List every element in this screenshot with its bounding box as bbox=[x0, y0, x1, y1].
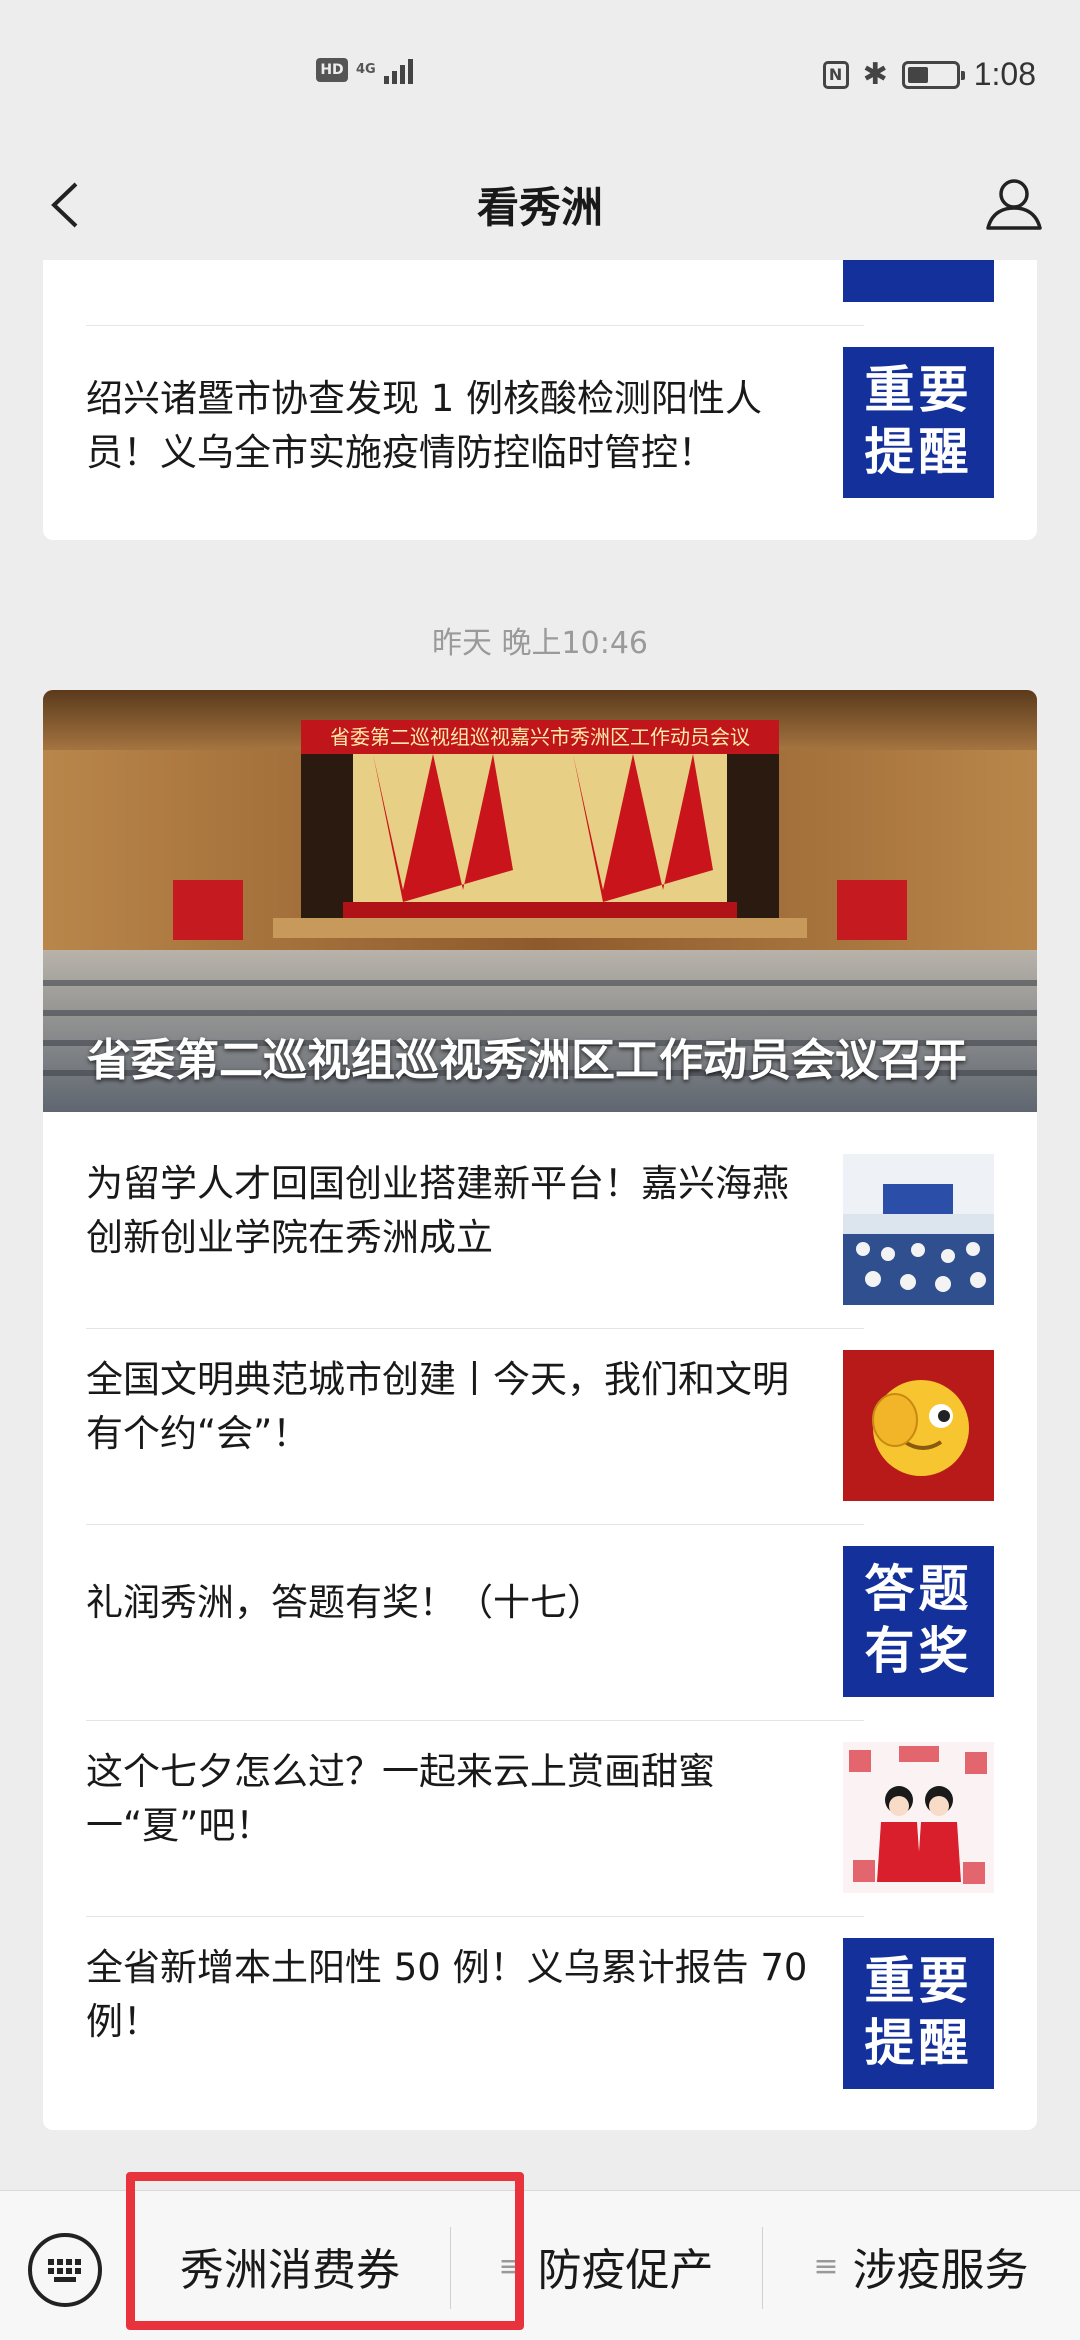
article-title[interactable]: 全国文明典范城市创建丨今天，我们和文明有个约“会”！ bbox=[86, 1353, 816, 1461]
divider bbox=[86, 1328, 864, 1329]
article-thumbnail-photo[interactable] bbox=[843, 1154, 994, 1305]
article-thumbnail[interactable]: 重要 提醒 bbox=[843, 1938, 994, 2089]
article-title[interactable]: 绍兴诸暨市协查发现 1 例核酸检测阳性人员！义乌全市实施疫情防控临时管控！ bbox=[86, 372, 816, 480]
article-thumbnail-illustration[interactable] bbox=[843, 1742, 994, 1893]
network-type: 4G bbox=[356, 62, 376, 77]
article-thumbnail[interactable]: 重要 提醒 bbox=[843, 347, 994, 498]
highlight-annotation bbox=[126, 2172, 524, 2330]
battery-icon bbox=[901, 60, 965, 89]
status-right: N ✱ 1:08 bbox=[822, 56, 1036, 93]
profile-icon[interactable] bbox=[978, 168, 1050, 240]
hero-article[interactable]: 省委第二巡视组巡视嘉兴市秀洲区工作动员会议 省委第二巡视组巡视秀洲区工作动员会议… bbox=[43, 690, 1037, 1112]
divider bbox=[86, 1524, 864, 1525]
menu-item-label: 涉疫服务 bbox=[852, 2245, 1029, 2296]
hero-banner-text: 省委第二巡视组巡视嘉兴市秀洲区工作动员会议 bbox=[330, 725, 750, 749]
divider bbox=[86, 1720, 864, 1721]
status-bar: HD 4G N ✱ 1:08 bbox=[0, 0, 1080, 150]
bluetooth-icon: ✱ bbox=[862, 56, 888, 92]
keyboard-toggle-button[interactable] bbox=[28, 2233, 102, 2307]
menu-item-label: 防疫促产 bbox=[537, 2245, 714, 2296]
article-title[interactable]: 为留学人才回国创业搭建新平台！嘉兴海燕创新创业学院在秀洲成立 bbox=[86, 1157, 816, 1265]
article-title[interactable]: 礼润秀洲，答题有奖！（十七） bbox=[86, 1576, 816, 1630]
divider bbox=[86, 1916, 864, 1917]
article-card-previous: 绍兴诸暨市协查发现 1 例核酸检测阳性人员！义乌全市实施疫情防控临时管控！ 重要… bbox=[43, 260, 1037, 540]
clock: 1:08 bbox=[973, 56, 1036, 92]
menu-item-epidemic-service[interactable]: ≡ 涉疫服务 bbox=[762, 2191, 1080, 2340]
page-title: 看秀洲 bbox=[476, 183, 603, 232]
article-card: 省委第二巡视组巡视嘉兴市秀洲区工作动员会议 省委第二巡视组巡视秀洲区工作动员会议… bbox=[43, 690, 1037, 2130]
message-timestamp: 昨天 晚上10:46 bbox=[432, 626, 648, 661]
signal-icon bbox=[383, 56, 413, 84]
status-left: HD 4G bbox=[316, 56, 413, 84]
hd-badge: HD bbox=[316, 58, 348, 82]
nfc-icon: N bbox=[822, 60, 849, 89]
article-thumbnail[interactable]: 答题 有奖 bbox=[843, 1546, 994, 1697]
nav-bar: 看秀洲 bbox=[0, 150, 1080, 260]
keyboard-icon bbox=[48, 2259, 81, 2282]
submenu-icon: ≡ bbox=[813, 2248, 839, 2284]
article-title[interactable]: 全省新增本土阳性 50 例！义乌累计报告 70 例！ bbox=[86, 1941, 816, 2049]
article-title[interactable]: 这个七夕怎么过？一起来云上赏画甜蜜一“夏”吧！ bbox=[86, 1745, 816, 1853]
divider bbox=[86, 325, 864, 326]
hero-title[interactable]: 省委第二巡视组巡视秀洲区工作动员会议召开 bbox=[87, 1024, 967, 1088]
article-thumbnail-emoji[interactable] bbox=[843, 1350, 994, 1501]
article-thumbnail-partial bbox=[843, 260, 994, 302]
